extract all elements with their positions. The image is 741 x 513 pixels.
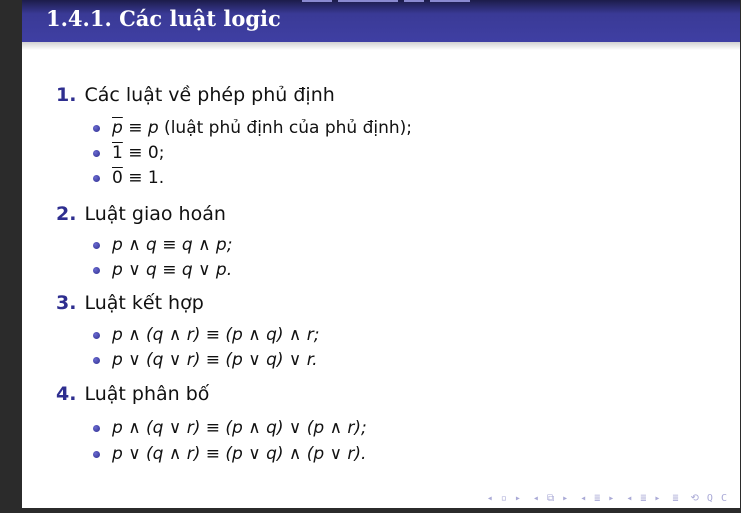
section-number: 3. [56,292,77,314]
bullet-icon [93,125,100,132]
title-shadow [22,42,740,50]
list-item: p ∧ (q ∨ r) ≡ (p ∧ q) ∨ (p ∧ r); [93,418,367,438]
section-4-heading: 4. Luật phân bố [56,383,209,405]
nav-align-icon[interactable]: ≣ [672,493,679,504]
bullet-icon [93,242,100,249]
nav-part-icon[interactable]: ◂ ≣ ▸ [626,493,661,504]
slide-title: 1.4.1. Các luật logic [46,6,281,31]
list-item: p ∨ (q ∧ r) ≡ (p ∨ q) ∧ (p ∨ r). [93,444,367,464]
list-item: 1 ≡ 0; [93,143,165,163]
section-number: 2. [56,203,77,225]
section-label: Luật phân bố [84,383,210,405]
item-note: (luật phủ định của phủ định); [158,118,412,138]
bullet-icon [93,150,100,157]
formula: p ∨ (q ∧ r) ≡ (p ∨ q) ∧ (p ∨ r). [112,444,367,464]
nav-search-icon[interactable]: ⟲ Q C [691,493,728,504]
negated-one: 1 [112,143,123,163]
section-label: Luật giao hoán [84,203,226,225]
nav-frame-icon[interactable]: ◂ ▫ ▸ [487,493,522,504]
section-2-heading: 2. Luật giao hoán [56,203,226,225]
negated-zero: 0 [112,168,123,188]
negated-p: p [112,118,123,138]
section-label: Các luật về phép phủ định [84,84,335,106]
bullet-icon [93,332,100,339]
bullet-icon [93,357,100,364]
slide: 1.4.1. Các luật logic 1. Các luật về phép… [22,0,740,508]
formula: p ∧ (q ∧ r) ≡ (p ∧ q) ∧ r; [112,325,320,345]
section-number: 1. [56,84,77,106]
list-item: p ∧ (q ∧ r) ≡ (p ∧ q) ∧ r; [93,325,320,345]
mini-nav-tabs [302,0,542,6]
section-label: Luật kết hợp [84,292,204,314]
list-item: 0 ≡ 1. [93,168,165,188]
bullet-icon [93,175,100,182]
equiv-text: ≡ [122,118,148,138]
section-1-heading: 1. Các luật về phép phủ định [56,84,335,106]
math-p: p [147,118,159,138]
equiv-text: ≡ 1. [122,168,165,188]
nav-subsection-icon[interactable]: ◂ ⧉ ▸ [533,493,569,504]
title-bar: 1.4.1. Các luật logic [22,0,740,42]
list-item: p ≡ p (luật phủ định của phủ định); [93,118,412,138]
section-3-heading: 3. Luật kết hợp [56,292,204,314]
section-number: 4. [56,383,77,405]
list-item: p ∧ q ≡ q ∧ p; [93,235,233,255]
formula: p ∨ q ≡ q ∨ p. [112,260,233,280]
formula: p ∧ (q ∨ r) ≡ (p ∧ q) ∨ (p ∧ r); [112,418,367,438]
formula: p ∧ q ≡ q ∧ p; [112,235,233,255]
bullet-icon [93,267,100,274]
list-item: p ∨ (q ∨ r) ≡ (p ∨ q) ∨ r. [93,350,318,370]
formula: p ∨ (q ∨ r) ≡ (p ∨ q) ∨ r. [112,350,318,370]
bullet-icon [93,425,100,432]
beamer-nav-bar: ◂ ▫ ▸ ◂ ⧉ ▸ ◂ ≣ ▸ ◂ ≣ ▸ ≣ ⟲ Q C [483,493,728,504]
equiv-text: ≡ 0; [122,143,165,163]
bullet-icon [93,451,100,458]
list-item: p ∨ q ≡ q ∨ p. [93,260,233,280]
nav-section-icon[interactable]: ◂ ≣ ▸ [580,493,615,504]
